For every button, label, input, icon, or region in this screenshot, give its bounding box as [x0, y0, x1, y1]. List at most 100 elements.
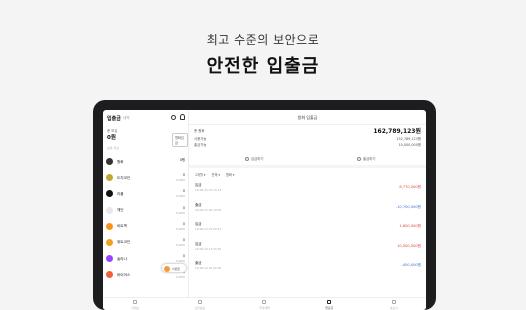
- event-label: 이벤트: [172, 267, 181, 271]
- transaction-date: 19-06-12 20:10:09: [195, 207, 222, 212]
- asset-krw: 0 KRW: [175, 275, 185, 280]
- asset-krw: 0 KRW: [175, 210, 185, 215]
- filter-bar: 1개월 ▾ 전체 ▾ 원화 ▾: [195, 172, 240, 177]
- filter-dropdown[interactable]: 1개월 ▾: [195, 173, 206, 177]
- section-label: 보유 자산: [107, 146, 119, 150]
- deposit-label: 입금하기: [251, 157, 264, 161]
- asset-panel: 입출금 내역 총 보유 0원 원화입금 보유 자산 원화 0원 도지코인 0 0 KRW…: [103, 110, 189, 310]
- app-screen: 입출금 내역 총 보유 0원 원화입금 보유 자산 원화 0원 도지코인 0 0 KRW…: [103, 110, 426, 310]
- balance-value: 162,789,123원: [373, 128, 421, 135]
- withdraw-icon: [357, 157, 361, 161]
- coin-logo-icon: [106, 158, 113, 165]
- coin-logo-icon: [106, 190, 113, 198]
- tab-icon: [391, 300, 396, 304]
- tab-icon: [197, 300, 202, 304]
- asset-name: 비트맥: [117, 224, 127, 229]
- event-pill[interactable]: 이벤트: [161, 263, 187, 273]
- asset-row[interactable]: 위트코인 0 0 KRW: [103, 235, 189, 251]
- asset-name: 원화: [117, 159, 124, 164]
- tablet-frame: 입출금 내역 총 보유 0원 원화입금 보유 자산 원화 0원 도지코인 0 0 KRW…: [93, 100, 436, 310]
- asset-krw: 0 KRW: [175, 194, 185, 199]
- coin-logo-icon: [106, 206, 113, 214]
- asset-amount: 0: [182, 237, 185, 242]
- tab-item[interactable]: 코인정보: [168, 298, 233, 310]
- asset-row[interactable]: 도지코인 0 0 KRW: [103, 170, 189, 186]
- transaction-date: 19-06-10 10:22:06: [195, 266, 222, 270]
- asset-krw: 0 KRW: [175, 242, 185, 247]
- transaction-amount: 10,000,000원: [397, 243, 421, 248]
- deposit-krw-button[interactable]: 원화입금: [172, 133, 188, 147]
- krw-panel: 원화 입출금 총 원화 162,789,123원 사용가능 152,789,12…: [189, 110, 426, 310]
- event-icon: [164, 266, 170, 272]
- asset-row[interactable]: 리플 0 0 KRW: [103, 186, 189, 202]
- tab-label: 코인정보: [194, 305, 206, 310]
- asset-amount: 0: [182, 189, 185, 194]
- asset-amount: 0: [182, 221, 185, 226]
- transaction-amount: 1,800,000원: [399, 224, 421, 228]
- transaction-date: 19-06-15 12:13:13: [195, 188, 222, 192]
- bottom-tab-bar: 거래소 코인정보 투자내역 입출금 더보기: [103, 297, 426, 310]
- coin-logo-icon: [106, 271, 113, 279]
- asset-name: 도지코인: [117, 175, 131, 180]
- asset-name: 솔라나: [117, 256, 127, 261]
- available-label: 사용가능: [194, 137, 207, 141]
- filter-dropdown[interactable]: 원화 ▾: [226, 173, 234, 177]
- tab-item[interactable]: 입출금: [297, 298, 362, 310]
- tab-label: 거래소: [131, 305, 140, 310]
- asset-krw: 0 KRW: [175, 226, 185, 231]
- divider: [189, 165, 426, 168]
- tab-label: 입출금: [325, 305, 333, 310]
- tab-icon: [262, 300, 267, 304]
- withdraw-button[interactable]: 출금하기: [357, 156, 375, 161]
- tab-item[interactable]: 더보기: [361, 298, 426, 310]
- filter-dropdown[interactable]: 전체 ▾: [212, 173, 220, 177]
- transaction-date: 19-06-12 15:03:51: [195, 227, 222, 231]
- tab-label: 더보기: [389, 305, 398, 310]
- tab-label: 투자내역: [259, 305, 270, 310]
- asset-amount: 0원: [179, 158, 185, 162]
- tab-item[interactable]: 투자내역: [232, 298, 297, 310]
- transaction-row[interactable]: 입금 19-06-15 12:13:13 8,770,000원: [189, 180, 426, 199]
- deposit-button[interactable]: 입금하기: [245, 156, 263, 161]
- coin-logo-icon: [106, 174, 113, 182]
- deposit-icon: [245, 157, 249, 161]
- tab-icon: [327, 300, 332, 304]
- transaction-row[interactable]: 출금 19-06-10 10:22:06 -400,000원: [189, 258, 426, 277]
- hero-title: 안전한 입출금: [206, 56, 320, 77]
- asset-row[interactable]: 체인 0 0 KRW: [103, 203, 189, 219]
- divider: [189, 124, 426, 125]
- asset-name: 바이어스: [117, 272, 131, 277]
- search-icon[interactable]: [171, 115, 176, 120]
- transaction-row[interactable]: 출금 19-06-12 20:10:09 -10,700,000원: [189, 200, 426, 219]
- asset-amount: 0: [182, 173, 185, 178]
- transaction-amount: -10,700,000원: [395, 204, 421, 209]
- asset-row[interactable]: 비트맥 0 0 KRW: [103, 219, 189, 235]
- bell-icon[interactable]: [180, 114, 185, 120]
- asset-amount: 0: [182, 254, 185, 259]
- withdrawable-label: 출금가능: [194, 143, 207, 147]
- transaction-row[interactable]: 입금 19-06-10 13:33:35 10,000,000원: [189, 239, 426, 258]
- asset-name: 리플: [117, 191, 124, 196]
- withdraw-label: 출금하기: [363, 157, 376, 161]
- asset-krw: 0 KRW: [175, 178, 185, 183]
- panel-title: 원화 입출금: [297, 115, 318, 120]
- history-tab[interactable]: 내역: [123, 116, 130, 121]
- transaction-date: 19-06-10 13:33:35: [195, 246, 222, 251]
- transaction-row[interactable]: 입금 19-06-12 15:03:51 1,800,000원: [189, 219, 426, 238]
- withdrawable-value: 10,000,000원: [398, 143, 421, 147]
- transaction-amount: -400,000원: [401, 263, 421, 267]
- balance-label: 총 원화: [194, 129, 205, 133]
- asset-name: 위트코인: [117, 240, 131, 245]
- panel-title[interactable]: 입출금: [107, 115, 121, 122]
- available-value: 152,789,123원: [396, 137, 421, 141]
- hero-subtitle: 최고 수준의 보안으로: [206, 33, 320, 47]
- total-value: 0원: [107, 135, 116, 141]
- tab-item[interactable]: 거래소: [103, 298, 168, 310]
- coin-logo-icon: [106, 222, 113, 230]
- asset-name: 체인: [117, 208, 124, 213]
- transaction-amount: 8,770,000원: [399, 185, 421, 189]
- coin-logo-icon: [106, 255, 113, 263]
- tab-icon: [133, 300, 138, 304]
- asset-row[interactable]: 원화 0원: [103, 154, 189, 170]
- coin-logo-icon: [106, 238, 113, 246]
